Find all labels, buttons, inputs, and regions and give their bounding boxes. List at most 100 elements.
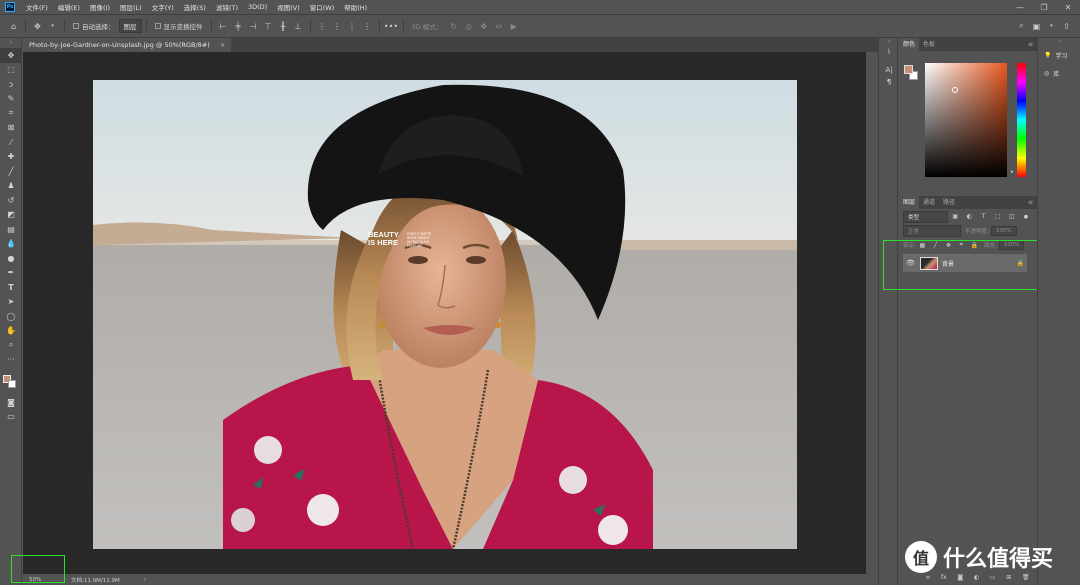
align-bottom-icon[interactable]: ⊥ [293,21,304,32]
document-image[interactable]: BEAUTY IS HERE PAINT IT MATTE SHINE BRIG… [93,80,797,549]
menu-help[interactable]: 帮助(H) [339,2,372,12]
menu-3d[interactable]: 3D(D) [243,3,272,11]
chevron-down-icon[interactable]: ▾ [1046,21,1057,32]
restore-button[interactable]: ❐ [1032,3,1056,12]
auto-select-option[interactable]: 自动选择： [73,21,115,31]
close-window-button[interactable]: ✕ [1056,3,1080,12]
frame-tool-icon[interactable]: ⊠ [0,121,22,136]
menu-edit[interactable]: 编辑(E) [53,2,85,12]
menu-window[interactable]: 窗口(W) [305,2,340,12]
collapse-icon[interactable]: « [1038,38,1080,46]
menu-image[interactable]: 图像(I) [85,2,115,12]
paragraph-panel-icon[interactable]: ¶ [879,76,899,88]
more-options-icon[interactable]: ••• [384,21,398,32]
3d-pan-icon[interactable]: ✥ [478,21,489,32]
marquee-tool-icon[interactable]: ⬚ [0,63,22,78]
filter-smart-icon[interactable]: ◫ [1007,211,1017,222]
crop-tool-icon[interactable]: ⌗ [0,106,22,121]
canvas-area[interactable]: BEAUTY IS HERE PAINT IT MATTE SHINE BRIG… [23,52,866,574]
panel-menu-icon[interactable]: ≡ [1024,38,1037,51]
move-tool-icon[interactable]: ✥ [0,48,22,63]
blur-tool-icon[interactable]: 💧 [0,237,22,252]
zoom-tool-icon[interactable]: ⌕ [0,338,22,353]
new-layer-icon[interactable]: ⊞ [1006,574,1011,584]
color-picker-field[interactable] [925,63,1007,177]
minimize-button[interactable]: — [1008,3,1032,12]
show-transform-checkbox[interactable] [154,23,161,29]
delete-layer-icon[interactable]: 🗑 [1022,574,1030,584]
history-brush-tool-icon[interactable]: ↺ [0,193,22,208]
hue-slider-handle-icon[interactable]: ▸ [1011,169,1014,175]
gradient-tool-icon[interactable]: ▤ [0,222,22,237]
home-icon[interactable]: ⌂ [8,21,19,32]
align-vcenter-icon[interactable]: ╫ [278,21,289,32]
filter-pixel-icon[interactable]: ▣ [950,211,960,222]
tab-channels[interactable]: 通道 [919,196,939,209]
menu-select[interactable]: 选择(S) [179,2,211,12]
eraser-tool-icon[interactable]: ◩ [0,208,22,223]
shape-tool-icon[interactable]: ◯ [0,309,22,324]
tab-swatches[interactable]: 色板 [919,38,939,51]
history-panel-icon[interactable]: ⌇ [879,46,899,58]
distribute-4-icon[interactable]: ⋮ [362,21,373,32]
hue-slider[interactable] [1017,63,1026,177]
dodge-tool-icon[interactable]: ● [0,251,22,266]
character-panel-icon[interactable]: A| [879,64,899,76]
panel-menu-icon[interactable]: ≡ [1024,196,1037,209]
brush-tool-icon[interactable]: ╱ [0,164,22,179]
3d-camera-icon[interactable]: ▶ [508,21,519,32]
align-hcenter-icon[interactable]: ╪ [233,21,244,32]
blend-mode-dropdown[interactable]: 正常 [903,225,961,237]
distribute-3-icon[interactable]: ⋮ [347,21,358,32]
chevron-down-icon[interactable]: ▾ [47,21,58,32]
menu-type[interactable]: 文字(Y) [147,2,179,12]
show-transform-option[interactable]: 显示变换控件 [154,21,203,31]
path-select-tool-icon[interactable]: ➤ [0,295,22,310]
filter-adjust-icon[interactable]: ◐ [964,211,974,222]
menu-file[interactable]: 文件(F) [21,2,53,12]
foreground-color-swatch[interactable] [904,65,913,74]
auto-select-dropdown[interactable]: 图层 [118,19,142,33]
type-tool-icon[interactable]: T [0,280,22,295]
color-picker-cursor[interactable] [952,87,958,93]
screen-mode-icon[interactable]: ▭ [0,410,22,425]
stamp-tool-icon[interactable]: ♟ [0,179,22,194]
tab-color[interactable]: 颜色 [899,38,920,51]
menu-view[interactable]: 视图(V) [272,2,305,12]
tab-layers[interactable]: 图层 [899,196,920,209]
learn-panel-button[interactable]: 💡 学习 [1038,46,1080,64]
tab-paths[interactable]: 路径 [939,196,959,209]
workspace-icon[interactable]: ▣ [1031,21,1042,32]
quick-select-tool-icon[interactable]: ✎ [0,92,22,107]
3d-roll-icon[interactable]: ◎ [463,21,474,32]
libraries-panel-button[interactable]: ◎ 库 [1038,64,1080,82]
document-tab[interactable]: Photo-by-Joe-Gardner-on-Unsplash.jpg @ 5… [23,38,232,52]
align-right-icon[interactable]: ⊣ [248,21,259,32]
filter-type-icon[interactable]: T [978,211,988,222]
menu-filter[interactable]: 滤镜(T) [211,2,243,12]
fx-icon[interactable]: fx [941,574,947,584]
add-mask-icon[interactable]: ◙ [957,574,963,584]
menu-layer[interactable]: 图层(L) [115,2,147,12]
link-layers-icon[interactable]: ∞ [925,574,930,584]
opacity-field[interactable]: 100% [990,226,1017,236]
filter-toggle-icon[interactable]: ● [1021,211,1031,222]
align-top-icon[interactable]: ⊤ [263,21,274,32]
new-group-icon[interactable]: ▭ [990,574,996,584]
pen-tool-icon[interactable]: ✒ [0,266,22,281]
more-tools-icon[interactable]: ··· [0,353,22,368]
adjustment-layer-icon[interactable]: ◐ [974,574,979,584]
lasso-tool-icon[interactable]: ↄ [0,77,22,92]
filter-shape-icon[interactable]: ⬚ [993,211,1003,222]
3d-rotate-icon[interactable]: ↻ [448,21,459,32]
3d-slide-icon[interactable]: ⇔ [493,21,504,32]
layer-filter-dropdown[interactable]: 类型 [903,210,949,223]
hand-tool-icon[interactable]: ✋ [0,324,22,339]
auto-select-checkbox[interactable] [73,23,79,29]
align-left-icon[interactable]: ⊢ [218,21,229,32]
move-tool-icon[interactable]: ✥ [32,21,43,32]
distribute-1-icon[interactable]: ⋮ [317,21,328,32]
distribute-2-icon[interactable]: ⋮ [332,21,343,32]
share-icon[interactable]: ⇪ [1061,21,1072,32]
quick-mask-icon[interactable]: ◙ [0,395,22,410]
